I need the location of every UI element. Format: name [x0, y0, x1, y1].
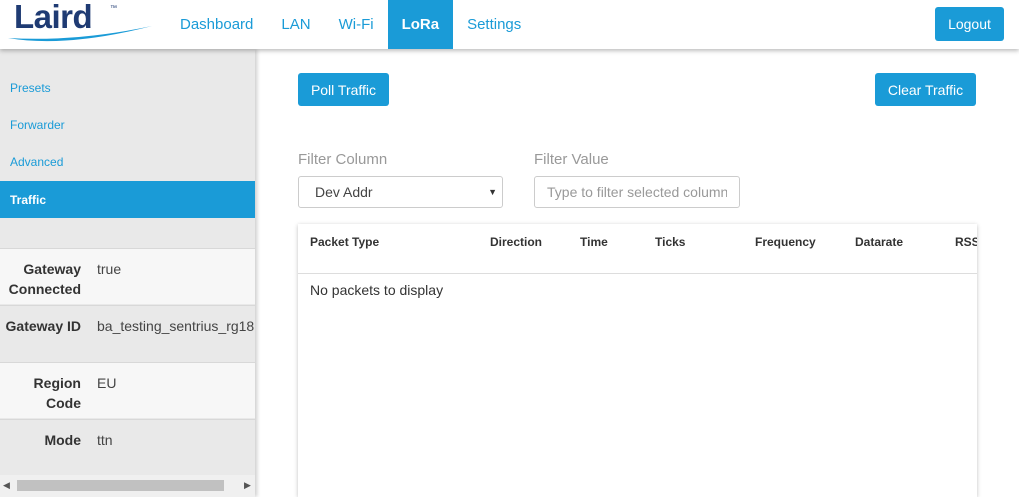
empty-table-message: No packets to display [310, 282, 444, 298]
logout-button[interactable]: Logout [935, 7, 1004, 41]
filter-column-select[interactable]: Dev Addr ▼ [298, 176, 503, 208]
tab-wifi[interactable]: Wi-Fi [325, 0, 388, 49]
tab-settings[interactable]: Settings [453, 0, 535, 49]
sidebar-item-forwarder[interactable]: Forwarder [0, 106, 255, 143]
caret-down-icon: ▼ [488, 187, 497, 197]
sidebar-item-advanced[interactable]: Advanced [0, 143, 255, 180]
filter-value-input[interactable] [534, 176, 740, 208]
sidebar-horizontal-scrollbar[interactable]: ◀ ▶ [0, 475, 255, 497]
column-header-time[interactable]: Time [580, 235, 608, 249]
info-row-region-code: Region Code EU [0, 362, 255, 418]
laird-logo[interactable]: Laird ™ [6, 0, 156, 49]
column-header-rssi[interactable]: RSSI [955, 235, 977, 249]
filter-column-label: Filter Column [298, 151, 388, 168]
info-value: ttn [97, 432, 113, 448]
tab-lora[interactable]: LoRa [387, 0, 454, 49]
top-navbar: Laird ™ Dashboard LAN Wi-Fi LoRa Setting… [0, 0, 1019, 49]
info-key: Region Code [33, 375, 81, 411]
poll-traffic-button[interactable]: Poll Traffic [298, 73, 389, 106]
sidebar-item-traffic[interactable]: Traffic [0, 181, 255, 218]
logo-trademark: ™ [110, 5, 117, 12]
info-value: true [97, 261, 122, 277]
info-value: EU [97, 375, 117, 391]
column-header-packet-type[interactable]: Packet Type [310, 235, 379, 249]
info-row-gateway-id: Gateway ID ba_testing_sentrius_rg18 [0, 305, 255, 361]
info-key: Gateway Connected [8, 261, 81, 297]
scroll-left-arrow-icon[interactable]: ◀ [3, 480, 10, 491]
column-header-ticks[interactable]: Ticks [655, 235, 685, 249]
info-row-mode: Mode ttn [0, 419, 255, 475]
info-key: Mode [44, 432, 81, 448]
tab-dashboard[interactable]: Dashboard [166, 0, 267, 49]
filter-column-value: Dev Addr [315, 184, 373, 200]
clear-traffic-button[interactable]: Clear Traffic [875, 73, 976, 106]
filter-value-label: Filter Value [534, 151, 609, 168]
sidebar: Presets Forwarder Advanced Traffic Gatew… [0, 49, 255, 497]
table-header: Packet Type Direction Time Ticks Frequen… [298, 224, 977, 274]
scroll-right-arrow-icon[interactable]: ▶ [244, 480, 251, 491]
tab-lan[interactable]: LAN [267, 0, 324, 49]
info-value: ba_testing_sentrius_rg18 [97, 318, 255, 334]
sidebar-item-presets[interactable]: Presets [0, 69, 255, 106]
logo-text: Laird [14, 0, 93, 35]
column-header-datarate[interactable]: Datarate [855, 235, 903, 249]
scrollbar-thumb[interactable] [17, 480, 224, 491]
info-key: Gateway ID [5, 318, 81, 334]
info-row-gateway-connected: Gateway Connected true [0, 248, 255, 304]
column-header-frequency[interactable]: Frequency [755, 235, 816, 249]
traffic-table: Packet Type Direction Time Ticks Frequen… [298, 224, 977, 497]
main-nav: Dashboard LAN Wi-Fi LoRa Settings [166, 0, 535, 49]
column-header-direction[interactable]: Direction [490, 235, 542, 249]
